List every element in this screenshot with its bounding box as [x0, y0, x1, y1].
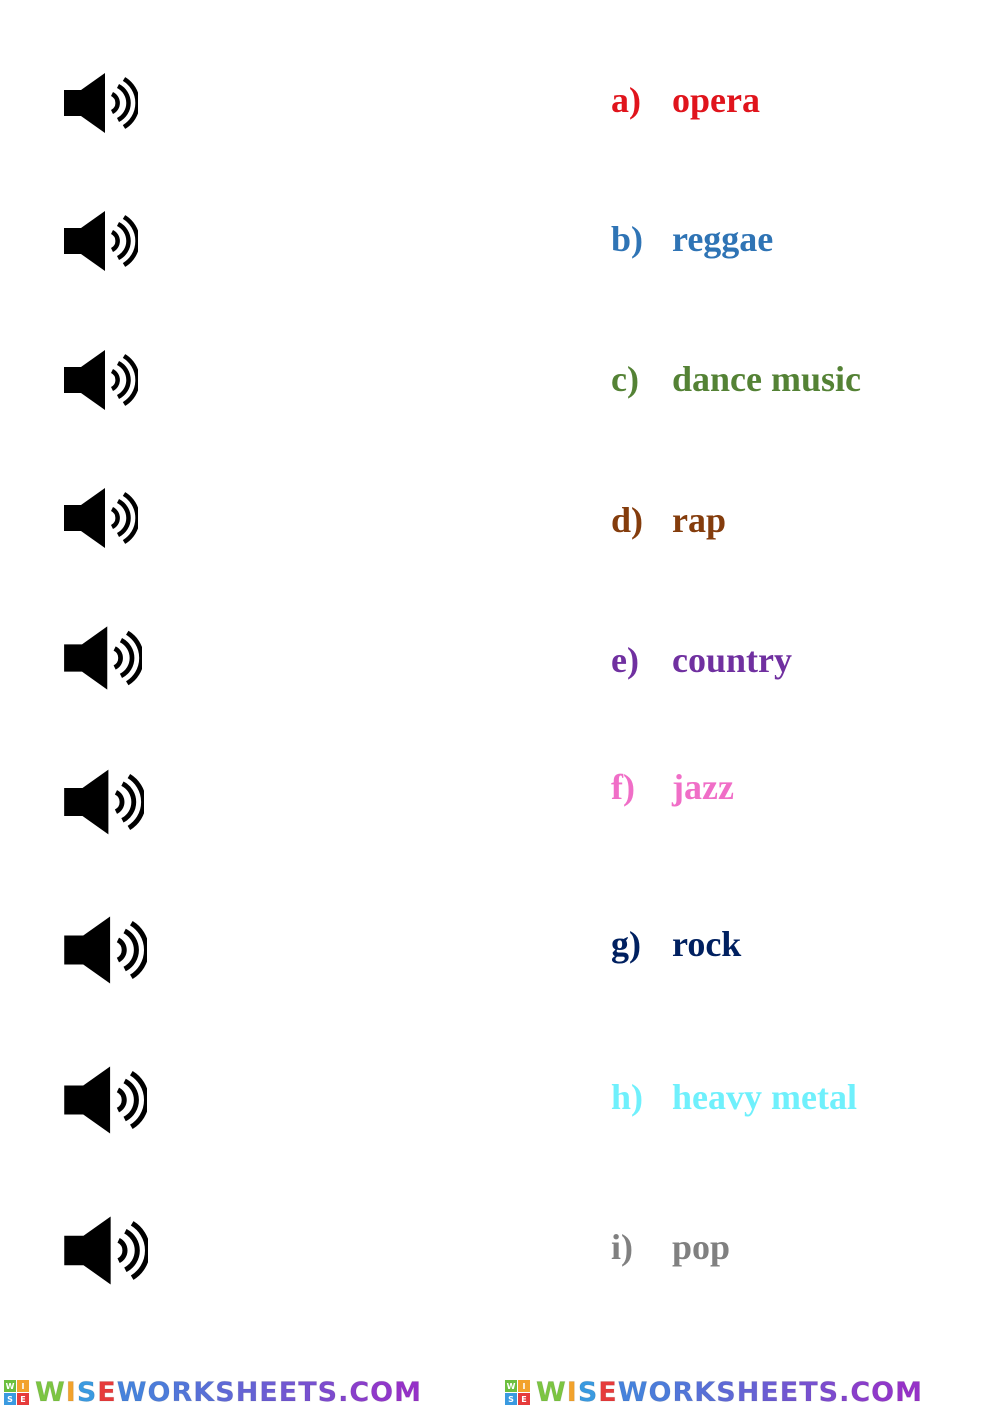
speaker-icon	[64, 626, 142, 690]
speaker-icon	[64, 488, 138, 548]
logo-letter: W	[35, 1377, 66, 1409]
speaker-icon	[64, 1216, 148, 1285]
logo-text: WISEWORKSHEETS.COM	[35, 1377, 422, 1409]
speaker-icon	[64, 916, 147, 984]
option-letter: b)	[611, 219, 644, 259]
answer-option-f[interactable]: f) jazz	[611, 767, 734, 807]
audio-button-2[interactable]	[62, 210, 138, 272]
logo-letter: T	[298, 1377, 318, 1409]
option-word: rap	[672, 500, 726, 540]
logo-letter: O	[871, 1377, 896, 1409]
logo-letter: H	[736, 1377, 761, 1409]
option-letter: d)	[611, 500, 644, 540]
speaker-icon	[64, 350, 138, 410]
logo-letter: M	[394, 1377, 422, 1409]
logo-grid-icon: W I S E	[4, 1380, 29, 1405]
speaker-icon	[64, 73, 138, 133]
logo-letter: E	[97, 1377, 117, 1409]
wiseworksheets-logo: W I S E WISEWORKSHEETS.COM	[505, 1372, 923, 1413]
speaker-icon	[64, 1066, 147, 1134]
option-word: dance music	[672, 359, 861, 399]
logo-letter: O	[147, 1377, 172, 1409]
logo-letter: W	[617, 1377, 649, 1409]
logo-letter: C	[850, 1377, 872, 1409]
audio-button-3[interactable]	[62, 349, 138, 411]
option-letter: c)	[611, 359, 639, 399]
audio-button-4[interactable]	[62, 487, 138, 549]
logo-letter: S	[76, 1377, 98, 1409]
logo-letter: W	[536, 1377, 567, 1409]
logo-letter: R	[672, 1377, 695, 1409]
answer-option-e[interactable]: e) country	[611, 640, 792, 680]
logo-letter: K	[694, 1377, 717, 1409]
answer-option-i[interactable]: i) pop	[611, 1227, 730, 1267]
logo-letter: W	[116, 1377, 148, 1409]
logo-letter: I	[566, 1377, 578, 1409]
option-letter: i)	[611, 1227, 633, 1267]
answer-option-c[interactable]: c) dance music	[611, 359, 861, 399]
logo-letter: K	[193, 1377, 216, 1409]
audio-button-6[interactable]	[62, 768, 144, 836]
answer-option-b[interactable]: b) reggae	[611, 219, 773, 259]
option-letter: e)	[611, 640, 639, 680]
wiseworksheets-logo: W I S E WISEWORKSHEETS.COM	[4, 1372, 422, 1413]
logo-letter: H	[235, 1377, 260, 1409]
option-word: heavy metal	[672, 1077, 857, 1117]
logo-letter: E	[760, 1377, 780, 1409]
option-word: pop	[672, 1227, 731, 1267]
logo-letter: S	[215, 1377, 236, 1409]
option-letter: a)	[611, 80, 641, 120]
option-word: reggae	[672, 219, 774, 259]
logo-letter: R	[171, 1377, 194, 1409]
option-word: country	[672, 640, 792, 680]
audio-button-5[interactable]	[62, 625, 142, 691]
answer-option-g[interactable]: g) rock	[611, 924, 741, 964]
logo-letter: E	[259, 1377, 279, 1409]
logo-letter: E	[598, 1377, 618, 1409]
speaker-icon	[64, 211, 138, 271]
answer-option-h[interactable]: h) heavy metal	[611, 1077, 857, 1117]
option-word: jazz	[672, 767, 734, 807]
logo-letter: E	[779, 1377, 800, 1409]
logo-letter: O	[370, 1377, 395, 1409]
logo-letter: S	[716, 1377, 737, 1409]
option-letter: g)	[611, 924, 641, 964]
logo-letter: M	[895, 1377, 923, 1409]
logo-letter: .	[338, 1377, 350, 1409]
logo-letter: T	[799, 1377, 819, 1409]
logo-letter: .	[839, 1377, 851, 1409]
logo-letter: C	[349, 1377, 371, 1409]
footer-watermark: W I S E WISEWORKSHEETS.COM W I S E WISEW…	[0, 1372, 1000, 1413]
option-letter: h)	[611, 1077, 644, 1117]
option-word: opera	[672, 80, 760, 120]
logo-letter: S	[317, 1377, 339, 1409]
logo-letter: S	[818, 1377, 840, 1409]
answer-option-a[interactable]: a) opera	[611, 80, 760, 120]
audio-button-1[interactable]	[62, 72, 138, 134]
logo-text: WISEWORKSHEETS.COM	[536, 1377, 923, 1409]
audio-button-8[interactable]	[62, 1065, 147, 1135]
option-word: rock	[672, 924, 742, 964]
answer-option-d[interactable]: d) rap	[611, 500, 726, 540]
option-letter: f)	[611, 767, 635, 807]
logo-letter: O	[648, 1377, 673, 1409]
audio-button-7[interactable]	[62, 915, 147, 985]
speaker-icon	[64, 769, 144, 835]
logo-letter: S	[577, 1377, 599, 1409]
audio-button-9[interactable]	[62, 1215, 148, 1286]
logo-grid-icon: W I S E	[505, 1380, 530, 1405]
logo-letter: I	[65, 1377, 77, 1409]
logo-letter: E	[278, 1377, 299, 1409]
